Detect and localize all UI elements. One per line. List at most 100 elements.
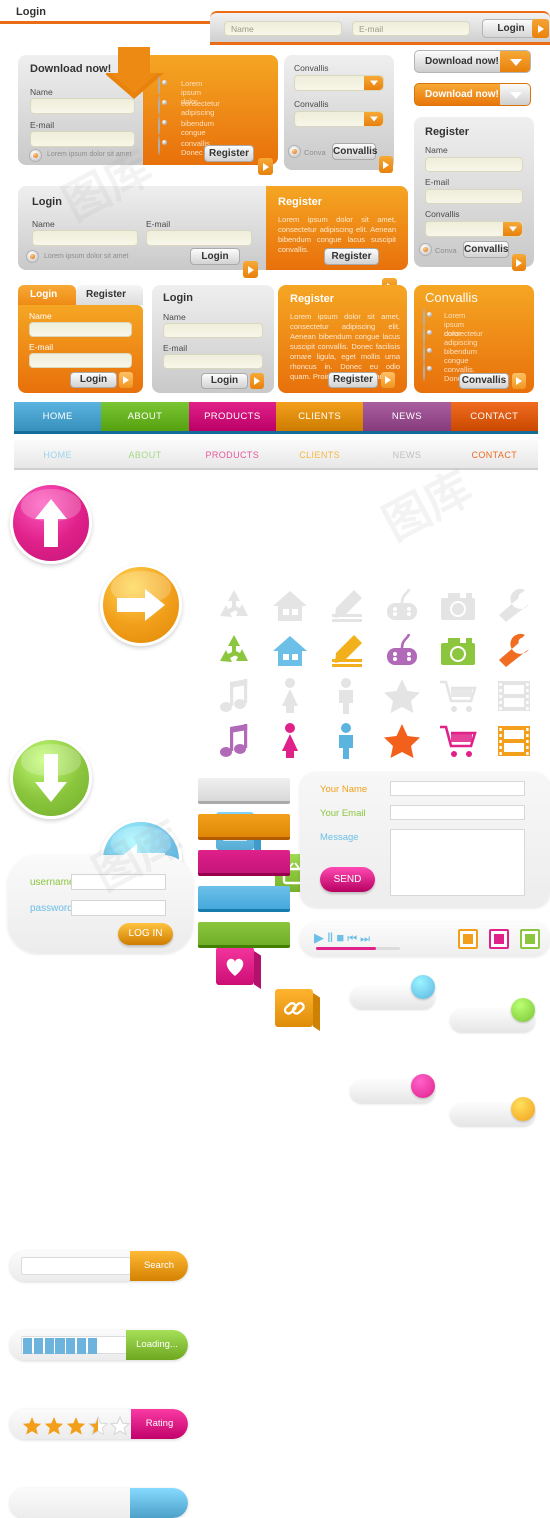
- convallis-radio[interactable]: [288, 145, 301, 158]
- tabbed-login-arrow[interactable]: [119, 372, 133, 388]
- contact-message-textarea[interactable]: [390, 829, 525, 896]
- register-email-input[interactable]: [425, 189, 523, 204]
- login-button[interactable]: LOG IN: [118, 923, 173, 945]
- convallis-button-arrow[interactable]: [379, 156, 393, 173]
- grey-login-button[interactable]: Login: [201, 373, 248, 389]
- film-icon[interactable]: [486, 673, 542, 718]
- download-register-arrow[interactable]: [258, 158, 273, 175]
- nav2-item-about[interactable]: ABOUT: [101, 440, 188, 468]
- camera-icon[interactable]: [430, 583, 486, 628]
- stop-button[interactable]: ■: [336, 930, 347, 945]
- shopping-cart-icon[interactable]: [430, 718, 486, 763]
- wrench-icon[interactable]: [486, 628, 542, 673]
- man-icon[interactable]: [318, 718, 374, 763]
- search-input[interactable]: [21, 1257, 131, 1275]
- bar-blue[interactable]: [198, 886, 290, 912]
- convallis-list-arrow[interactable]: [512, 373, 526, 389]
- nav-item-products[interactable]: PRODUCTS: [188, 402, 276, 431]
- rating-stars[interactable]: [22, 1415, 132, 1439]
- fullscreen-icon[interactable]: [520, 929, 540, 949]
- link-icon[interactable]: [275, 989, 320, 1031]
- arrow-down-button[interactable]: [10, 737, 92, 819]
- wide-login-button[interactable]: Login: [190, 248, 240, 265]
- toggle-pink[interactable]: [350, 1074, 435, 1103]
- convallis-select-1[interactable]: [294, 75, 384, 91]
- toggle-knob[interactable]: [511, 998, 535, 1022]
- toggle-knob[interactable]: [411, 1074, 435, 1098]
- dropdown-arrow-2[interactable]: [364, 112, 383, 126]
- previous-button[interactable]: ⏮: [347, 933, 360, 945]
- convallis-list-item-0[interactable]: Lorem ipsum dolor: [423, 308, 465, 338]
- nav-item-clients[interactable]: CLIENTS: [275, 402, 364, 431]
- toggle-knob[interactable]: [411, 975, 435, 999]
- search-button[interactable]: Search: [130, 1251, 188, 1281]
- player-controls[interactable]: ▶Ⅱ■⏮⏭: [314, 930, 373, 946]
- nav2-item-news[interactable]: NEWS: [363, 440, 450, 468]
- woman-icon[interactable]: [262, 718, 318, 763]
- wide-consent-radio[interactable]: [26, 250, 39, 263]
- tabbed-email-input[interactable]: [29, 353, 132, 368]
- arrow-right-button[interactable]: [100, 564, 182, 646]
- play-button[interactable]: ▶: [314, 930, 327, 945]
- toggle-orange[interactable]: [450, 1097, 535, 1126]
- register-panel-button[interactable]: Convallis: [463, 241, 509, 258]
- nav-item-about[interactable]: ABOUT: [101, 402, 189, 431]
- shopping-cart-icon[interactable]: [430, 673, 486, 718]
- star-icon[interactable]: [374, 673, 430, 718]
- nav2-item-contact[interactable]: CONTACT: [451, 440, 538, 468]
- rating-star[interactable]: [66, 1416, 86, 1439]
- download-grey-arrow-area[interactable]: [500, 51, 530, 72]
- tabbed-name-input[interactable]: [29, 322, 132, 337]
- convallis-list-item-1[interactable]: consectetur adipiscing: [423, 326, 483, 347]
- player-progress-track[interactable]: [316, 947, 400, 950]
- grey-email-input[interactable]: [163, 354, 263, 369]
- plain-widget[interactable]: [10, 1488, 188, 1518]
- username-input[interactable]: [71, 874, 166, 890]
- nav-item-news[interactable]: NEWS: [363, 402, 451, 431]
- rating-star[interactable]: [87, 1415, 109, 1439]
- download-list-item-1[interactable]: consectetur adipiscing: [158, 96, 220, 117]
- register-text-arrow[interactable]: [381, 372, 395, 388]
- volume-icon[interactable]: [458, 929, 478, 949]
- grey-login-arrow[interactable]: [250, 373, 264, 389]
- pause-button[interactable]: Ⅱ: [327, 930, 336, 945]
- top-email-input[interactable]: E-mail: [352, 21, 470, 36]
- tab-login[interactable]: Login: [18, 285, 76, 305]
- contact-email-input[interactable]: [390, 805, 525, 820]
- register-convallis-select[interactable]: [425, 221, 523, 237]
- download-list-item-2[interactable]: bibendum congue: [158, 116, 214, 137]
- wide-register-button[interactable]: Register: [324, 248, 379, 265]
- nav2-item-clients[interactable]: CLIENTS: [276, 440, 363, 468]
- music-note-icon[interactable]: [206, 673, 262, 718]
- register-panel-button-arrow[interactable]: [512, 254, 526, 271]
- download-register-button[interactable]: Register: [204, 145, 254, 162]
- download-list-item-0[interactable]: Lorem ipsum dolor: [158, 76, 202, 106]
- download-now-orange-button[interactable]: Download now!: [414, 83, 531, 106]
- bar-orange[interactable]: [198, 814, 290, 840]
- send-button[interactable]: SEND: [320, 867, 375, 892]
- film-icon[interactable]: [486, 718, 542, 763]
- toggle-blue[interactable]: [350, 975, 435, 1009]
- download-consent-radio[interactable]: [29, 149, 42, 162]
- pencil-icon[interactable]: [318, 583, 374, 628]
- tab-register[interactable]: Register: [76, 285, 143, 305]
- grey-name-input[interactable]: [163, 323, 263, 338]
- rating-star[interactable]: [109, 1415, 131, 1439]
- bar-grey[interactable]: [198, 778, 290, 804]
- contact-name-input[interactable]: [390, 781, 525, 796]
- register-name-input[interactable]: [425, 157, 523, 172]
- rating-star[interactable]: [44, 1416, 64, 1439]
- recycle-icon[interactable]: [206, 628, 262, 673]
- nav2-item-home[interactable]: HOME: [14, 440, 101, 468]
- bar-pink[interactable]: [198, 850, 290, 876]
- download-orange-arrow-area[interactable]: [500, 84, 530, 105]
- nav2-item-products[interactable]: PRODUCTS: [189, 440, 276, 468]
- woman-icon[interactable]: [262, 673, 318, 718]
- recycle-icon[interactable]: [206, 583, 262, 628]
- convallis-list-item-2[interactable]: bibendum congue: [423, 344, 477, 365]
- tabbed-login-button[interactable]: Login: [70, 372, 117, 388]
- wide-name-input[interactable]: [32, 230, 138, 246]
- download-name-input[interactable]: [30, 98, 135, 114]
- toggle-knob[interactable]: [511, 1097, 535, 1121]
- nav-item-contact[interactable]: CONTACT: [450, 402, 538, 431]
